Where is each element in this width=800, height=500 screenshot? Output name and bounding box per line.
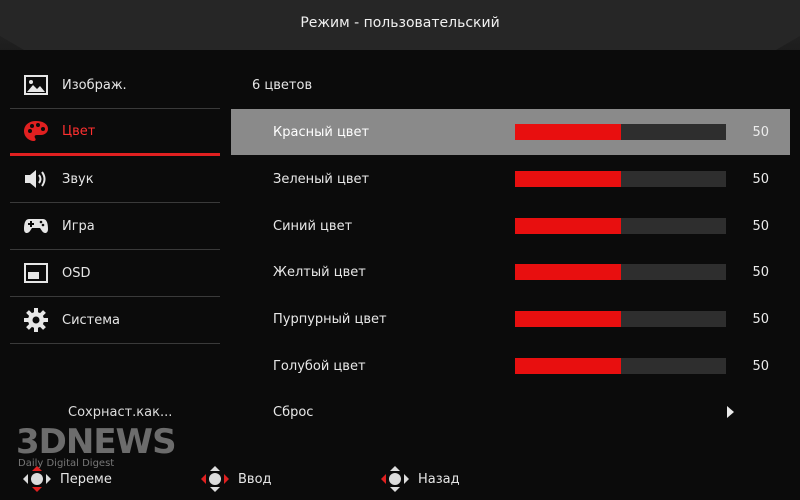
- row-label: Пурпурный цвет: [273, 311, 387, 327]
- sidebar-item-sound[interactable]: Звук: [10, 156, 220, 203]
- osd-header: Режим - пользовательский: [0, 0, 800, 50]
- level-fill: [515, 311, 621, 327]
- row-label: Красный цвет: [273, 124, 370, 140]
- hint-enter-label: Ввод: [238, 471, 272, 487]
- sidebar-item-label: OSD: [62, 265, 91, 281]
- save-as-button[interactable]: Сохрнаст.как...: [68, 405, 172, 420]
- color-row-yellow[interactable]: Желтый цвет 50: [231, 249, 790, 295]
- color-row-cyan[interactable]: Голубой цвет 50: [231, 343, 790, 389]
- sidebar-item-label: Цвет: [62, 123, 96, 139]
- sidebar-item-label: Система: [62, 312, 121, 328]
- level-fill: [515, 124, 621, 140]
- dpad-move-icon: [23, 466, 51, 492]
- level-fill: [515, 218, 621, 234]
- hint-back: Назад: [380, 465, 460, 493]
- palette-icon: [22, 119, 50, 143]
- footer-hints: Переме Ввод Назад: [0, 455, 800, 500]
- level-slider[interactable]: [515, 171, 726, 187]
- sidebar-menu: Изображ. Цвет Звук Игра OSD Система: [10, 62, 220, 344]
- hint-move: Переме: [22, 465, 112, 493]
- chevron-right-icon: [727, 406, 734, 418]
- sidebar-item-label: Звук: [62, 171, 94, 187]
- sidebar-item-system[interactable]: Система: [10, 297, 220, 344]
- level-slider[interactable]: [515, 218, 726, 234]
- osd-window-icon: [22, 261, 50, 285]
- row-label: Желтый цвет: [273, 264, 366, 280]
- section-label: 6 цветов: [252, 78, 313, 93]
- row-value: 50: [752, 124, 769, 140]
- reset-row[interactable]: Сброс: [231, 389, 790, 435]
- hint-enter: Ввод: [200, 465, 272, 493]
- hint-back-label: Назад: [418, 471, 460, 487]
- level-slider[interactable]: [515, 311, 726, 327]
- color-row-green[interactable]: Зеленый цвет 50: [231, 156, 790, 202]
- page-title: Режим - пользовательский: [300, 15, 500, 31]
- color-row-magenta[interactable]: Пурпурный цвет 50: [231, 296, 790, 342]
- level-slider[interactable]: [515, 264, 726, 280]
- row-value: 50: [752, 311, 769, 327]
- image-icon: [22, 73, 50, 97]
- level-fill: [515, 264, 621, 280]
- color-row-red[interactable]: Красный цвет 50: [231, 109, 790, 155]
- row-value: 50: [752, 358, 769, 374]
- row-label: Синий цвет: [273, 218, 353, 234]
- level-fill: [515, 358, 621, 374]
- level-fill: [515, 171, 621, 187]
- reset-label: Сброс: [273, 404, 314, 420]
- color-row-blue[interactable]: Синий цвет 50: [231, 203, 790, 249]
- sidebar-item-label: Изображ.: [62, 77, 127, 93]
- row-value: 50: [752, 264, 769, 280]
- hint-move-label: Переме: [60, 471, 112, 487]
- speaker-icon: [22, 167, 50, 191]
- row-label: Зеленый цвет: [273, 171, 370, 187]
- row-value: 50: [752, 218, 769, 234]
- gear-icon: [22, 308, 50, 332]
- row-value: 50: [752, 171, 769, 187]
- level-slider[interactable]: [515, 124, 726, 140]
- sidebar-item-osd[interactable]: OSD: [10, 250, 220, 297]
- sidebar-item-color[interactable]: Цвет: [10, 109, 220, 156]
- gamepad-icon: [22, 214, 50, 238]
- sidebar-item-label: Игра: [62, 218, 95, 234]
- row-label: Голубой цвет: [273, 358, 366, 374]
- dpad-enter-icon: [201, 466, 229, 492]
- dpad-back-icon: [381, 466, 409, 492]
- sidebar-item-image[interactable]: Изображ.: [10, 62, 220, 109]
- sidebar-item-game[interactable]: Игра: [10, 203, 220, 250]
- level-slider[interactable]: [515, 358, 726, 374]
